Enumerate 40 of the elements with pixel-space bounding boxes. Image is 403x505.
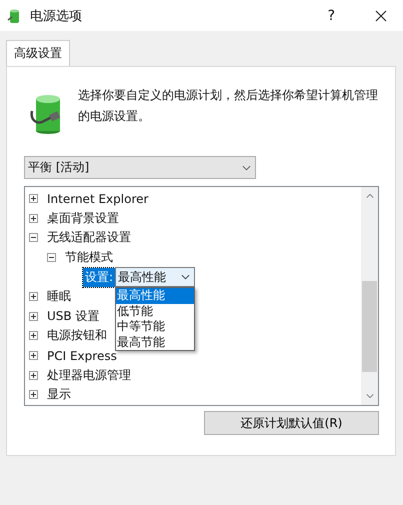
dropdown-option[interactable]: 最高性能	[116, 288, 194, 304]
expand-icon[interactable]	[29, 370, 38, 380]
scrollbar[interactable]	[361, 187, 378, 405]
battery-plug-icon	[6, 8, 22, 24]
expand-icon[interactable]	[29, 292, 38, 302]
collapse-icon[interactable]	[29, 233, 38, 242]
tree-item[interactable]: 处理器电源管理	[47, 366, 131, 384]
window-title: 电源选项	[30, 8, 83, 24]
tree-item[interactable]: 节能模式	[65, 249, 113, 266]
restore-defaults-button[interactable]: 还原计划默认值(R)	[204, 411, 379, 435]
tree-item[interactable]: 电源按钮和	[47, 327, 107, 344]
expand-icon[interactable]	[29, 194, 38, 204]
chevron-down-icon	[242, 164, 251, 170]
collapse-icon[interactable]	[47, 253, 56, 262]
tab[interactable]: 高级设置	[6, 40, 70, 66]
close-icon[interactable]	[375, 10, 387, 22]
dropdown-option[interactable]: 最高节能	[116, 334, 194, 350]
tree-item[interactable]: Internet Explorer	[47, 192, 148, 206]
tree-item[interactable]: 无线适配器设置	[47, 229, 131, 246]
expand-icon[interactable]	[29, 351, 38, 360]
description-text: 选择你要自定义的电源计划，然后选择你希望计算机管理的电源设置。	[78, 87, 378, 125]
tree-item[interactable]: 显示	[47, 386, 71, 404]
chevron-down-icon	[181, 274, 190, 280]
help-button[interactable]: ?	[328, 8, 335, 24]
scroll-thumb[interactable]	[362, 281, 377, 372]
expand-icon[interactable]	[29, 331, 38, 340]
expand-icon[interactable]	[29, 390, 38, 400]
tree-item[interactable]: 桌面背景设置	[47, 210, 119, 227]
tree-item[interactable]: PCI Express	[47, 348, 117, 363]
dropdown-option[interactable]: 低节能	[116, 304, 194, 320]
scroll-up-icon[interactable]	[366, 193, 374, 199]
setting-dropdown[interactable]: 最高性能	[115, 267, 196, 288]
tree-item[interactable]: 睡眠	[47, 288, 71, 306]
plan-dropdown[interactable]: 平衡 [活动]	[24, 156, 256, 179]
expand-icon[interactable]	[29, 214, 38, 223]
expand-icon[interactable]	[29, 312, 38, 321]
dropdown-option[interactable]: 中等节能	[116, 319, 194, 335]
tree-item[interactable]: USB 设置	[47, 308, 100, 325]
setting-label: 设置:	[83, 268, 116, 287]
scroll-down-icon[interactable]	[366, 393, 374, 399]
